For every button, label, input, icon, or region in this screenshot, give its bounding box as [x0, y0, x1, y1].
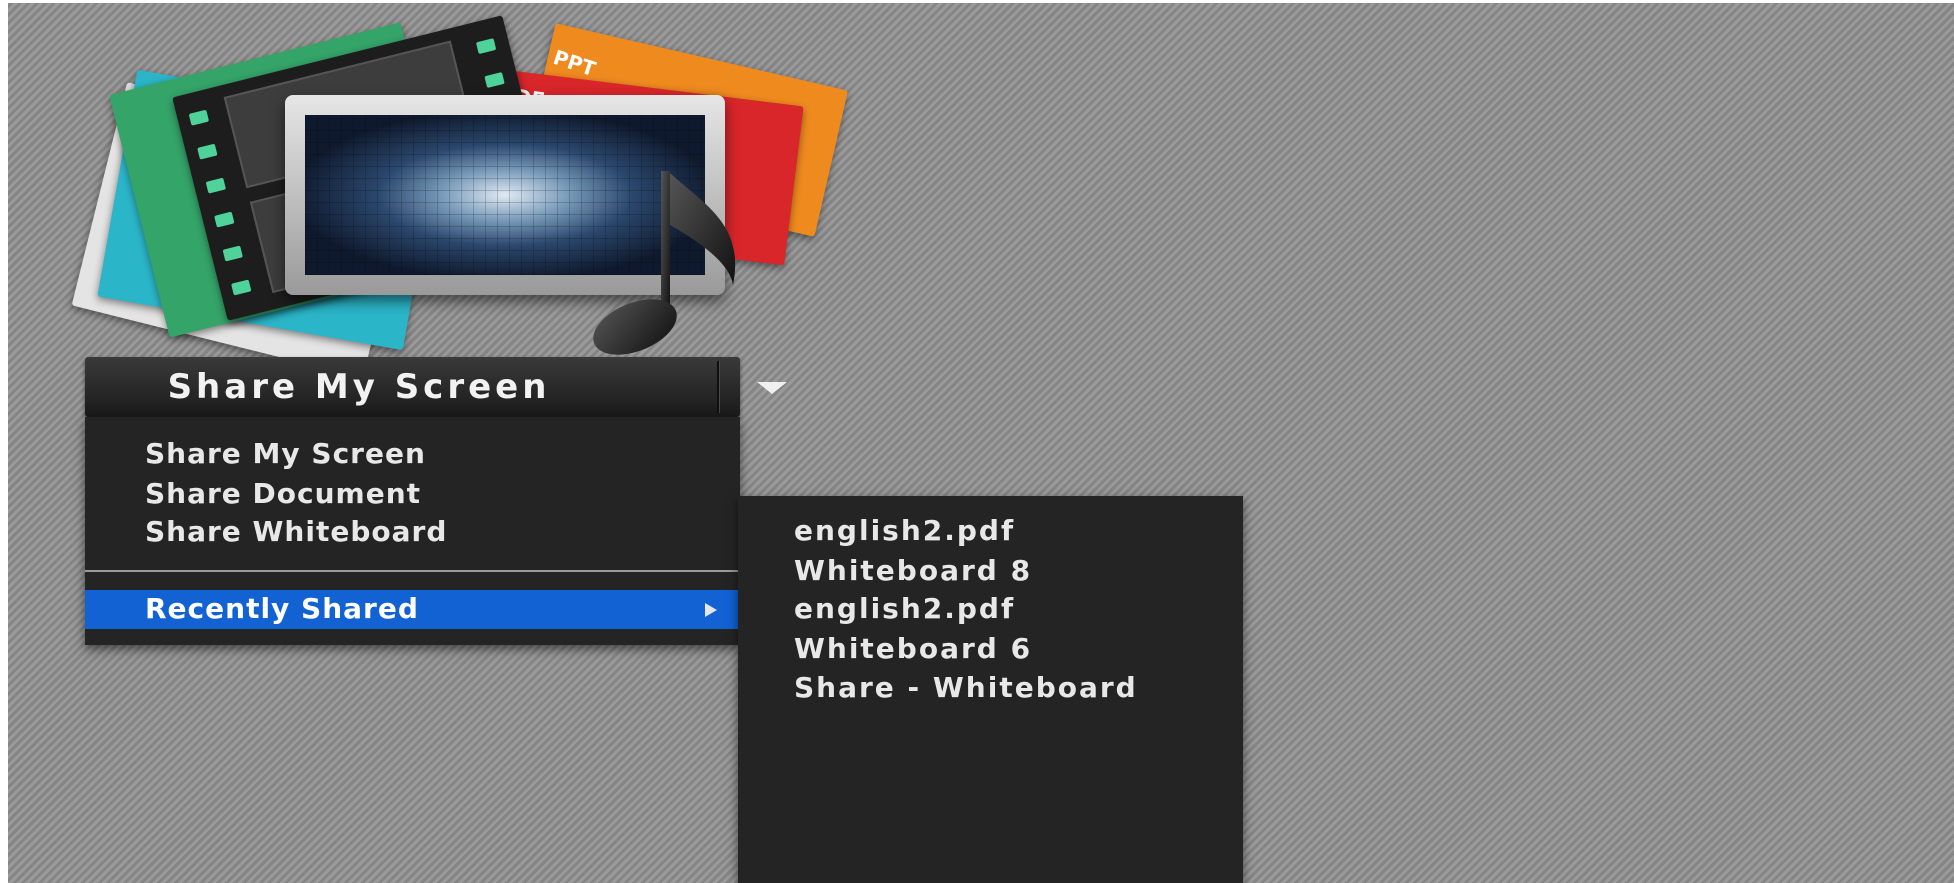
share-my-screen-button[interactable]: Share My Screen: [85, 357, 633, 417]
menu-item-share-document[interactable]: Share Document: [145, 477, 421, 510]
recent-item[interactable]: Share - Whiteboard: [794, 671, 1138, 704]
triangle-down-icon: [757, 382, 787, 394]
triangle-right-icon: [705, 603, 717, 617]
share-menu: Share My Screen Share Document Share Whi…: [85, 417, 740, 645]
menu-item-recently-shared[interactable]: Recently Shared: [85, 590, 740, 629]
recent-item[interactable]: english2.pdf: [794, 514, 1015, 547]
menu-item-share-whiteboard[interactable]: Share Whiteboard: [145, 515, 447, 548]
recent-item[interactable]: Whiteboard 6: [794, 632, 1032, 665]
share-button-group: Share My Screen: [85, 357, 787, 417]
recently-shared-label: Recently Shared: [145, 592, 419, 625]
share-dropdown-button[interactable]: [720, 357, 824, 417]
menu-separator: [85, 570, 740, 572]
recent-item[interactable]: english2.pdf: [794, 592, 1015, 625]
recent-item[interactable]: Whiteboard 8: [794, 554, 1032, 587]
menu-item-share-my-screen[interactable]: Share My Screen: [145, 437, 426, 470]
top-border: [0, 0, 1954, 3]
music-note-icon: [593, 171, 736, 355]
left-border: [0, 0, 8, 883]
recently-shared-submenu: english2.pdf Whiteboard 8 english2.pdf W…: [738, 496, 1243, 883]
